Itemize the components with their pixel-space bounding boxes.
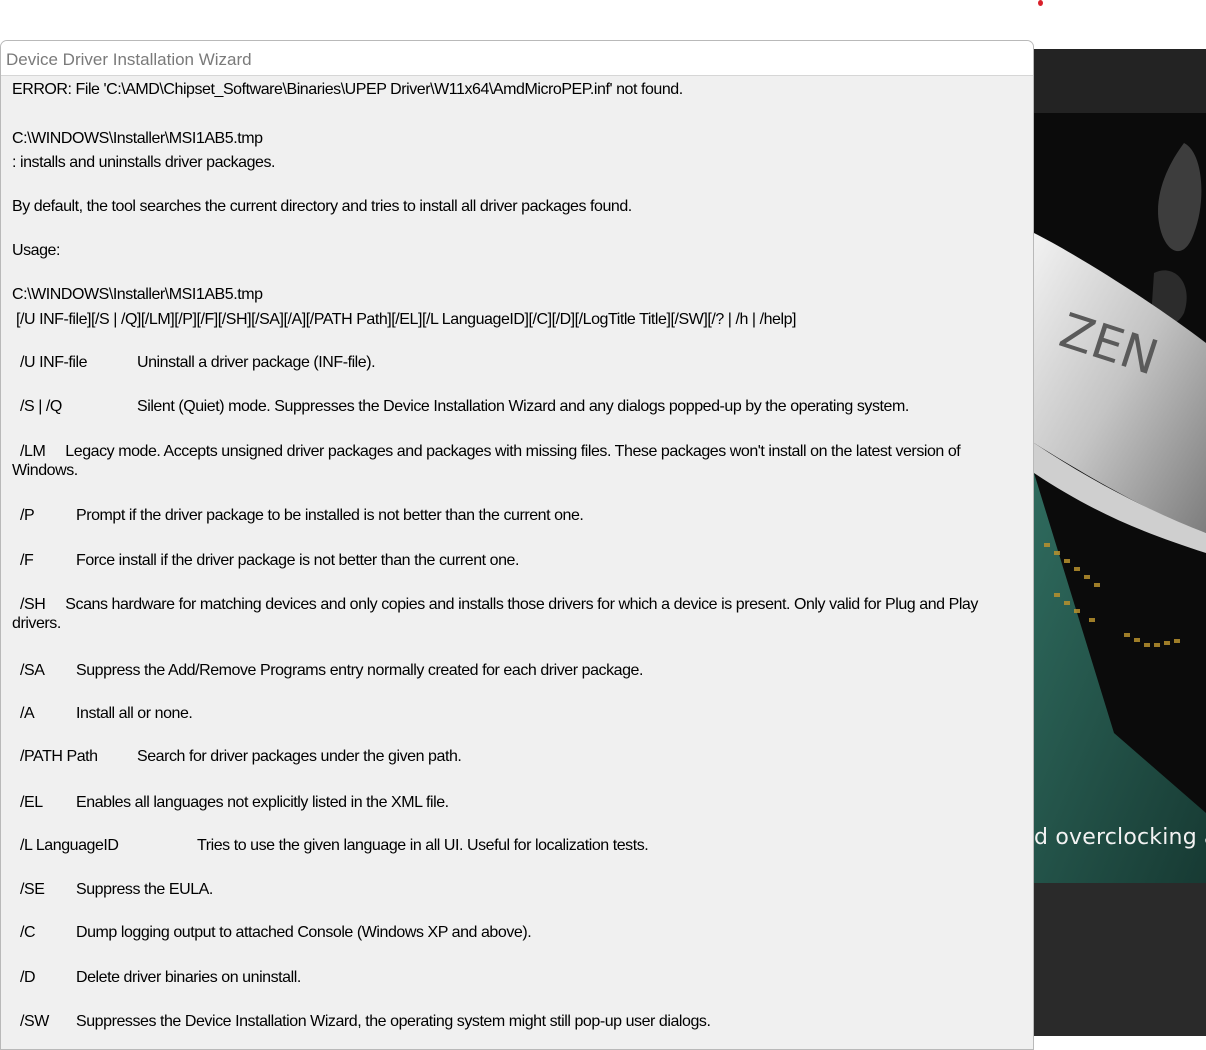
option-description: Tries to use the given language in all U…	[197, 837, 649, 854]
dialog-titlebar[interactable]: Device Driver Installation Wizard	[1, 41, 1033, 76]
option-switch: /S | /Q	[20, 398, 62, 415]
usage-syntax-line: [/U INF-file][/S | /Q][/LM][/P][/F][/SH]…	[12, 311, 797, 328]
option-enable-languages: /EL Enables all languages not explicitly…	[12, 793, 1027, 812]
summary-line: : installs and uninstalls driver package…	[12, 154, 276, 171]
option-switch: /EL	[20, 794, 43, 811]
option-description: Suppresses the Device Installation Wizar…	[76, 1013, 711, 1030]
option-path: /PATH Path Search for driver packages un…	[12, 747, 1027, 766]
option-description: Suppress the EULA.	[76, 881, 213, 898]
dialog-title: Device Driver Installation Wizard	[6, 50, 252, 69]
option-description: Suppress the Add/Remove Programs entry n…	[76, 662, 643, 679]
option-switch: /SW	[20, 1013, 49, 1030]
option-suppress-eula: /SE Suppress the EULA.	[12, 880, 1027, 899]
option-description: Dump logging output to attached Console …	[76, 924, 532, 941]
option-delete-binaries: /D Delete driver binaries on uninstall.	[12, 968, 1027, 987]
option-console: /C Dump logging output to attached Conso…	[12, 923, 1027, 942]
option-suppress-arp: /SA Suppress the Add/Remove Programs ent…	[12, 661, 1027, 680]
option-all-or-none: /A Install all or none.	[12, 704, 1027, 723]
option-switch: /D	[20, 969, 36, 986]
device-driver-wizard-dialog: Device Driver Installation Wizard ERROR:…	[0, 40, 1034, 1050]
background-app-window: ZEN d overclocking a	[1034, 49, 1206, 1036]
ryzen-cpu-image: ZEN	[1034, 113, 1206, 883]
option-uninstall: /U INF-file Uninstall a driver package (…	[12, 353, 1027, 372]
usage-label: Usage:	[12, 242, 60, 259]
option-description: Enables all languages not explicitly lis…	[76, 794, 449, 811]
tmp-path-line-2: C:\WINDOWS\Installer\MSI1AB5.tmp	[12, 286, 263, 303]
option-silent: /S | /Q Silent (Quiet) mode. Suppresses …	[12, 397, 1027, 416]
background-app-lower-panel	[1034, 883, 1206, 1036]
background-app-caption: d overclocking a	[1034, 825, 1206, 850]
option-description: Force install if the driver package is n…	[76, 552, 519, 569]
option-legacy-mode: /LM Legacy mode. Accepts unsigned driver…	[12, 443, 965, 479]
option-language-id: /L LanguageID Tries to use the given lan…	[12, 836, 1027, 855]
option-switch: /A	[20, 705, 35, 722]
option-force: /F Force install if the driver package i…	[12, 551, 1027, 570]
notification-dot	[1038, 0, 1043, 6]
background-app-header	[1034, 49, 1206, 113]
option-scan-hardware: /SH Scans hardware for matching devices …	[12, 596, 982, 632]
option-description: Delete driver binaries on uninstall.	[76, 969, 301, 986]
tmp-path-line: C:\WINDOWS\Installer\MSI1AB5.tmp	[12, 130, 263, 147]
option-switch: /U INF-file	[20, 354, 88, 371]
option-prompt: /P Prompt if the driver package to be in…	[12, 506, 1027, 525]
option-suppress-wizard: /SW Suppresses the Device Installation W…	[12, 1012, 1027, 1031]
option-switch: /C	[20, 924, 36, 941]
option-description: Search for driver packages under the giv…	[137, 748, 462, 765]
option-switch: /PATH Path	[20, 748, 98, 765]
option-description: Silent (Quiet) mode. Suppresses the Devi…	[137, 398, 909, 415]
default-behaviour-line: By default, the tool searches the curren…	[12, 198, 632, 215]
option-switch: /L LanguageID	[20, 837, 119, 854]
option-switch: /SE	[20, 881, 45, 898]
option-switch: /P	[20, 507, 35, 524]
option-switch: /SA	[20, 662, 45, 679]
option-description: Uninstall a driver package (INF-file).	[137, 354, 376, 371]
option-description: Install all or none.	[76, 705, 193, 722]
error-line: ERROR: File 'C:\AMD\Chipset_Software\Bin…	[12, 81, 683, 98]
option-switch: /F	[20, 552, 34, 569]
option-description: Prompt if the driver package to be insta…	[76, 507, 584, 524]
